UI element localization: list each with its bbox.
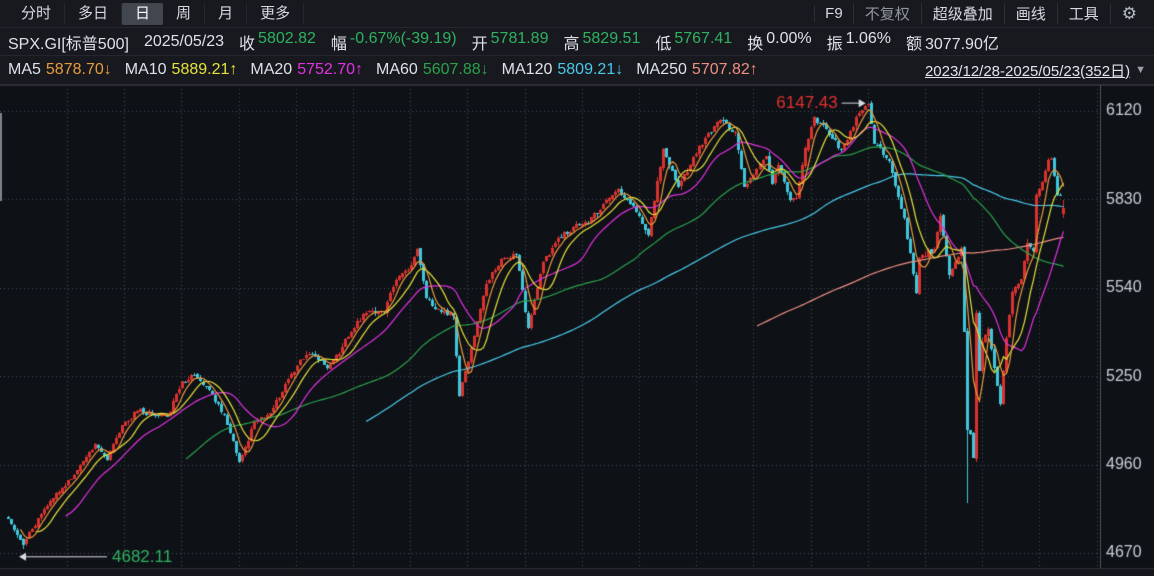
ma10-label: MA10 xyxy=(124,61,167,78)
ma20-label: MA20 xyxy=(250,61,293,78)
ma20-value: 5752.70↑ xyxy=(297,61,364,78)
low-label: 低 xyxy=(655,35,672,53)
period-tabs: 分时 多日 日 周 月 更多 xyxy=(8,0,305,27)
ma60-legend: MA60 5607.88↓ xyxy=(376,61,489,79)
tab-multiday[interactable]: 多日 xyxy=(65,2,123,25)
chart-header: 分时 多日 日 周 月 更多 F9 不复权 超级叠加 画线 工具 ⚙ SPX.G… xyxy=(0,0,1154,85)
amplitude-field: 振 1.06% xyxy=(827,30,891,54)
chevron-down-icon[interactable]: ▼ xyxy=(1135,64,1146,76)
period-tabbar: 分时 多日 日 周 月 更多 F9 不复权 超级叠加 画线 工具 ⚙ xyxy=(0,0,1154,28)
candlestick-chart[interactable] xyxy=(0,85,1154,576)
ma60-value: 5607.88↓ xyxy=(422,61,489,78)
gear-icon[interactable]: ⚙ xyxy=(1109,3,1146,24)
high-field: 高 5829.51 xyxy=(563,30,640,54)
turnover-field: 换 0.00% xyxy=(747,30,811,54)
change-value: -0.67%(-39.19) xyxy=(349,29,457,47)
tab-minute[interactable]: 分时 xyxy=(8,2,66,25)
amplitude-label: 振 xyxy=(826,35,843,53)
tab-more[interactable]: 更多 xyxy=(247,2,305,25)
ma5-label: MA5 xyxy=(8,61,41,78)
ma60-label: MA60 xyxy=(376,61,418,78)
ma5-legend: MA5 5878.70↓ xyxy=(8,61,112,79)
date-range-label[interactable]: 2023/12/28-2025/05/23(352日) xyxy=(925,60,1130,81)
ma250-legend: MA250 5707.82↑ xyxy=(636,61,758,79)
amount-label: 额 xyxy=(905,35,922,53)
ma10-legend: MA10 5889.21↑ xyxy=(125,61,238,79)
ma10-value: 5889.21↑ xyxy=(171,61,238,78)
change-label: 幅 xyxy=(330,35,347,53)
quote-info-row: SPX.GI[标普500] 2025/05/23 收 5802.82 幅 -0.67… xyxy=(0,28,1154,56)
tab-daily[interactable]: 日 xyxy=(122,2,164,25)
high-value: 5829.51 xyxy=(582,29,641,47)
close-field: 收 5802.82 xyxy=(239,30,316,54)
overlay-button[interactable]: 超级叠加 xyxy=(920,3,1004,24)
tools-button[interactable]: 工具 xyxy=(1056,3,1110,24)
ma20-legend: MA20 5752.70↑ xyxy=(250,61,363,79)
date-range-selector[interactable]: 2023/12/28-2025/05/23(352日) ▼ xyxy=(925,60,1146,81)
turnover-value: 0.00% xyxy=(766,29,812,47)
amount-value: 3077.90亿 xyxy=(925,35,999,53)
draw-line-button[interactable]: 画线 xyxy=(1003,3,1057,24)
ma250-label: MA250 xyxy=(636,61,687,78)
close-label: 收 xyxy=(239,35,256,53)
high-label: 高 xyxy=(563,35,580,53)
tab-monthly[interactable]: 月 xyxy=(205,2,248,25)
adjust-mode-button[interactable]: 不复权 xyxy=(852,3,921,24)
ma-legend-row: MA5 5878.70↓ MA10 5889.21↑ MA20 5752.70↑ MA… xyxy=(0,56,1154,85)
open-label: 开 xyxy=(471,35,488,53)
ma250-value: 5707.82↑ xyxy=(691,61,758,78)
date-label: 2025/05/23 xyxy=(143,32,225,50)
close-value: 5802.82 xyxy=(258,29,316,47)
open-value: 5781.89 xyxy=(490,29,549,47)
ma5-value: 5878.70↓ xyxy=(45,61,112,78)
amplitude-value: 1.06% xyxy=(845,29,891,47)
ma120-value: 5809.21↓ xyxy=(557,61,624,78)
turnover-label: 换 xyxy=(747,35,764,53)
low-field: 低 5767.41 xyxy=(655,30,732,54)
f9-shortcut-label[interactable]: F9 xyxy=(814,5,853,22)
tab-weekly[interactable]: 周 xyxy=(163,2,206,25)
symbol-label[interactable]: SPX.GI[标普500] xyxy=(8,30,129,54)
ma120-legend: MA120 5809.21↓ xyxy=(502,61,624,79)
toolbar-right: F9 不复权 超级叠加 画线 工具 ⚙ xyxy=(814,0,1146,27)
ma120-label: MA120 xyxy=(501,61,553,78)
low-value: 5767.41 xyxy=(674,29,733,47)
amount-field: 额 3077.90亿 xyxy=(906,30,999,54)
open-field: 开 5781.89 xyxy=(472,30,549,54)
change-field: 幅 -0.67%(-39.19) xyxy=(331,30,457,54)
